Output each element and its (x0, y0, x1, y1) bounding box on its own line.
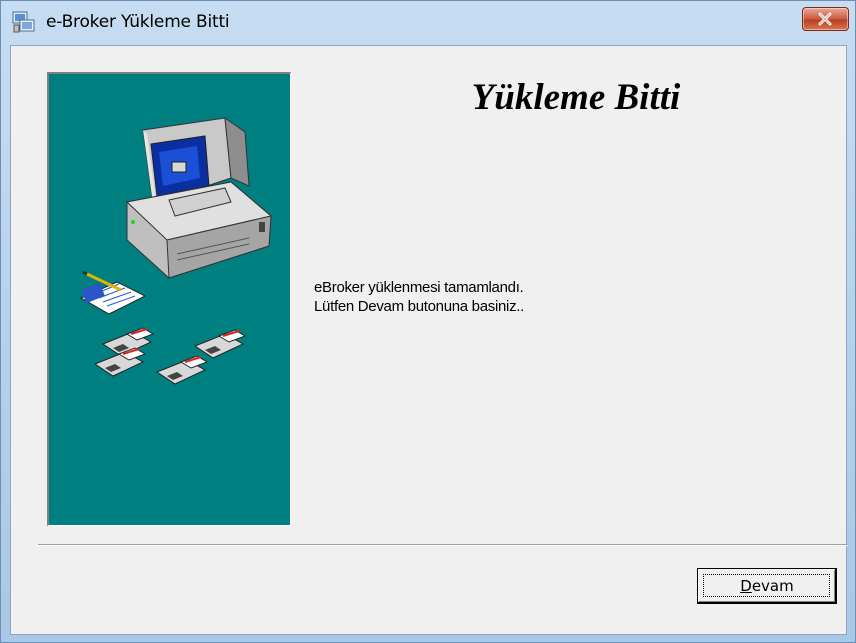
title-bar[interactable]: e-Broker Yükleme Bitti (1, 1, 855, 45)
installer-window: e-Broker Yükleme Bitti Yükleme Bitti eBr… (0, 0, 856, 643)
continue-button-label: Devam (740, 577, 794, 595)
divider (38, 544, 848, 546)
close-icon (818, 12, 832, 26)
dialog-body: Yükleme Bitti eBroker yüklenmesi tamamla… (10, 45, 848, 635)
close-button[interactable] (802, 7, 849, 31)
completion-message: eBroker yüklenmesi tamamlandı. (314, 279, 524, 296)
install-banner-image (47, 72, 291, 526)
instruction-message: Lütfen Devam butonuna basiniz.. (314, 298, 525, 315)
window-title: e-Broker Yükleme Bitti (46, 12, 230, 32)
setup-icon (11, 9, 37, 35)
continue-button[interactable]: Devam (697, 568, 837, 604)
computer-illustration (125, 116, 273, 279)
notepad-illustration (79, 270, 147, 315)
page-title: Yükleme Bitti (471, 77, 681, 118)
floppy-disks-illustration (93, 327, 247, 385)
